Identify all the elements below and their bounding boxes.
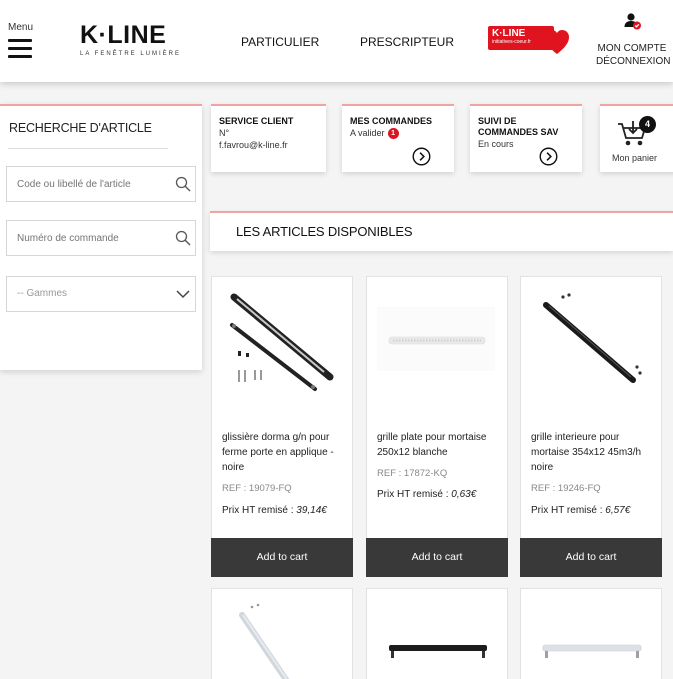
site-header: Menu K·LINE LA FENÊTRE LUMIÈRE PARTICULI… bbox=[0, 0, 673, 82]
product-image bbox=[542, 644, 642, 658]
range-select-value: -- Gammes bbox=[17, 288, 67, 299]
article-search-input[interactable] bbox=[7, 167, 157, 201]
product-card[interactable] bbox=[520, 588, 662, 679]
arrow-right-circle-icon[interactable] bbox=[539, 147, 558, 166]
divider bbox=[8, 148, 168, 149]
logout-link[interactable]: DÉCONNEXION bbox=[596, 56, 670, 67]
chevron-down-icon bbox=[176, 290, 190, 299]
nav-particulier[interactable]: PARTICULIER bbox=[241, 35, 319, 49]
card-title: MES COMMANDES bbox=[350, 116, 433, 126]
price-label: Prix HT remisé : bbox=[377, 489, 449, 500]
product-price: Prix HT remisé : 0,63€ bbox=[377, 489, 476, 500]
cart-count-badge: 4 bbox=[639, 116, 656, 133]
product-card[interactable]: grille plate pour mortaise 250x12 blanch… bbox=[366, 276, 508, 577]
sav-status: En cours bbox=[478, 139, 514, 149]
card-title: SERVICE CLIENT bbox=[219, 116, 294, 126]
article-search-panel: RECHERCHE D'ARTICLE -- Gammes bbox=[0, 104, 202, 370]
account-icon bbox=[624, 13, 641, 30]
product-price: Prix HT remisé : 39,14€ bbox=[222, 505, 327, 516]
price-label: Prix HT remisé : bbox=[222, 505, 294, 516]
article-search-field bbox=[6, 166, 196, 202]
page: Menu K·LINE LA FENÊTRE LUMIÈRE PARTICULI… bbox=[0, 0, 673, 679]
nav-prescripteur[interactable]: PRESCRIPTEUR bbox=[360, 35, 454, 49]
heart-icon bbox=[545, 30, 569, 54]
card-title-line1: SUIVI DE bbox=[478, 116, 517, 126]
kline-logo[interactable]: K·LINE LA FENÊTRE LUMIÈRE bbox=[80, 22, 180, 57]
logo-tagline: LA FENÊTRE LUMIÈRE bbox=[80, 51, 182, 57]
add-to-cart-button[interactable]: Add to cart bbox=[520, 538, 662, 577]
search-icon[interactable] bbox=[175, 230, 191, 246]
product-image bbox=[230, 293, 334, 391]
product-image bbox=[389, 645, 487, 658]
product-name[interactable]: grille plate pour mortaise 250x12 blanch… bbox=[377, 430, 501, 460]
menu-button[interactable]: Menu bbox=[8, 22, 38, 63]
account-link[interactable]: MON COMPTE bbox=[594, 12, 670, 54]
order-number-input[interactable] bbox=[7, 221, 157, 255]
card-title-line2: COMMANDES SAV bbox=[478, 127, 559, 137]
price-value: 39,14€ bbox=[296, 505, 327, 516]
my-orders-card[interactable]: MES COMMANDES A valider 1 bbox=[342, 104, 454, 172]
add-to-cart-button[interactable]: Add to cart bbox=[366, 538, 508, 577]
product-image bbox=[543, 293, 642, 383]
partner-logo-subtitle: initiatives-coeur.fr bbox=[492, 39, 531, 45]
product-card[interactable]: grille interieure pour mortaise 354x12 4… bbox=[520, 276, 662, 577]
initiatives-coeur-logo[interactable]: K·LINE initiatives-coeur.fr bbox=[488, 26, 572, 58]
product-price: Prix HT remisé : 6,57€ bbox=[531, 505, 630, 516]
cart-card[interactable]: 4 Mon panier bbox=[600, 104, 673, 172]
price-value: 6,57€ bbox=[605, 505, 631, 516]
menu-label: Menu bbox=[8, 22, 34, 33]
customer-service-card: SERVICE CLIENT N° f.favrou@k-line.fr bbox=[211, 104, 326, 172]
service-phone: N° bbox=[219, 128, 230, 138]
available-articles-header: LES ARTICLES DISPONIBLES bbox=[210, 211, 673, 251]
product-ref: REF : 19246-FQ bbox=[531, 483, 601, 494]
product-card[interactable]: glissière dorma g/n pour ferme porte en … bbox=[211, 276, 353, 577]
search-icon[interactable] bbox=[175, 176, 191, 192]
product-card[interactable] bbox=[366, 588, 508, 679]
product-image bbox=[377, 307, 495, 371]
price-label: Prix HT remisé : bbox=[531, 505, 603, 516]
orders-status: A valider 1 bbox=[350, 127, 446, 140]
product-ref: REF : 17872-KQ bbox=[377, 468, 448, 479]
cart-label: Mon panier bbox=[612, 153, 658, 163]
service-email[interactable]: f.favrou@k-line.fr bbox=[219, 139, 318, 151]
order-search-field bbox=[6, 220, 196, 256]
price-value: 0,63€ bbox=[451, 489, 477, 500]
search-panel-title: RECHERCHE D'ARTICLE bbox=[9, 121, 152, 135]
product-name[interactable]: glissière dorma g/n pour ferme porte en … bbox=[222, 430, 346, 475]
orders-status-label: A valider bbox=[350, 128, 385, 138]
sav-orders-card[interactable]: SUIVI DE COMMANDES SAV En cours bbox=[470, 104, 582, 172]
orders-count-badge: 1 bbox=[387, 128, 399, 140]
product-card[interactable] bbox=[211, 588, 353, 679]
section-title: LES ARTICLES DISPONIBLES bbox=[236, 224, 413, 239]
range-select[interactable]: -- Gammes bbox=[6, 276, 196, 312]
add-to-cart-button[interactable]: Add to cart bbox=[211, 538, 353, 577]
product-image bbox=[239, 603, 290, 679]
arrow-right-circle-icon[interactable] bbox=[412, 147, 431, 166]
partner-logo-title: K·LINE bbox=[492, 28, 526, 39]
product-name[interactable]: grille interieure pour mortaise 354x12 4… bbox=[531, 430, 655, 475]
account-label: MON COMPTE bbox=[597, 43, 667, 54]
menu-icon bbox=[8, 39, 32, 58]
product-ref: REF : 19079-FQ bbox=[222, 483, 292, 494]
logo-text: K·LINE bbox=[80, 21, 167, 49]
